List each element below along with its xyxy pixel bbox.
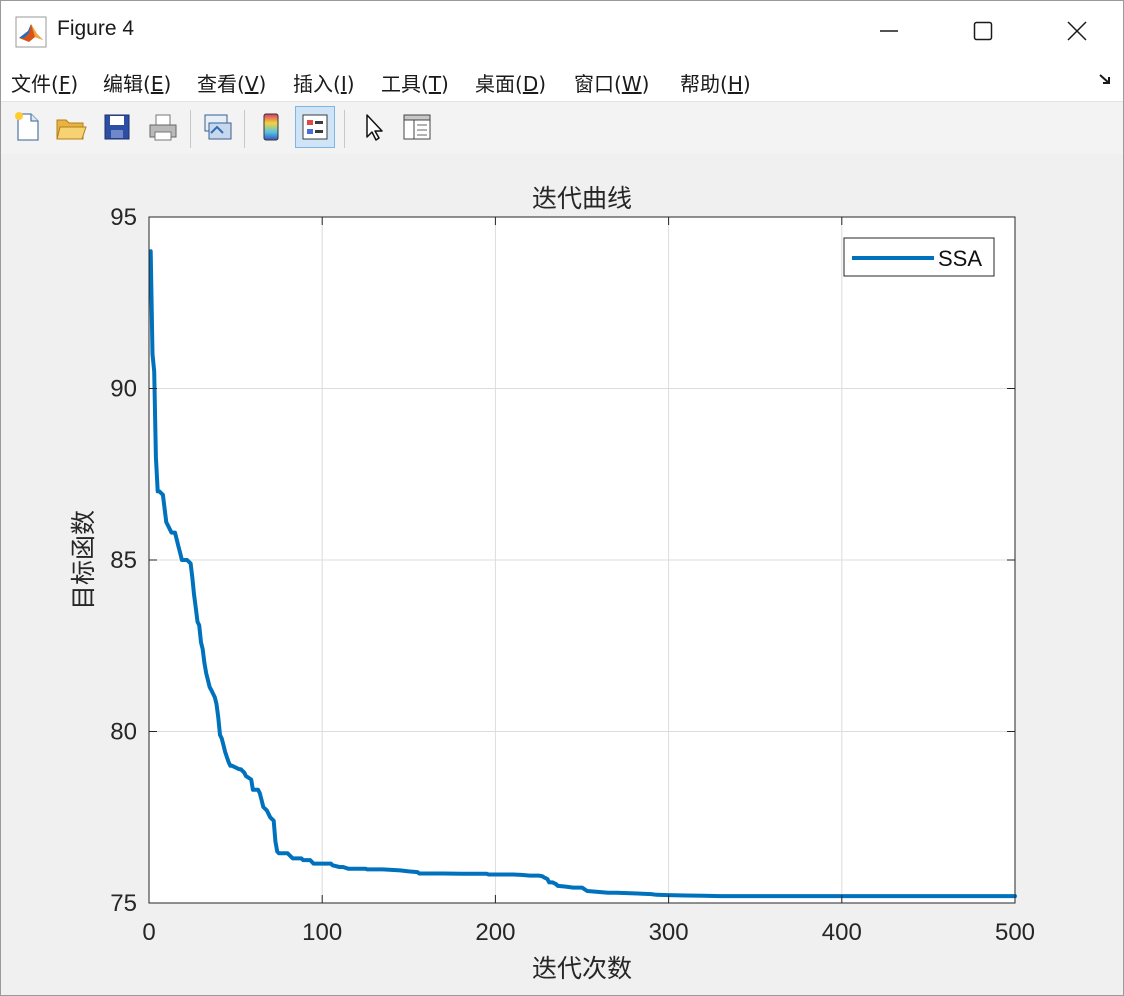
print-icon (149, 114, 177, 141)
y-axis-label: 目标函数 (69, 510, 98, 610)
y-tick-label: 80 (110, 719, 137, 746)
matlab-icon (15, 16, 47, 48)
axes[interactable]: 0 100 200 300 400 500 75 80 85 90 95 迭代曲线 迭代次数 目标… (1, 154, 1123, 995)
close-icon (1067, 21, 1087, 41)
legend-label-ssa: SSA (938, 246, 982, 271)
menu-help[interactable]: 帮助(H) (680, 68, 751, 97)
legend-button[interactable] (295, 106, 335, 148)
new-figure-icon (15, 112, 39, 141)
toolbar (1, 101, 1123, 155)
dock-arrow-icon[interactable] (1097, 71, 1113, 87)
maximize-icon (973, 21, 993, 41)
menu-file[interactable]: 文件(F) (11, 68, 78, 97)
figure-canvas: 0 100 200 300 400 500 75 80 85 90 95 迭代曲线 迭代次数 目标… (1, 154, 1123, 995)
chart-title: 迭代曲线 (532, 184, 632, 213)
link-plot-button[interactable] (197, 106, 237, 148)
maximize-button[interactable] (937, 1, 1029, 61)
save-icon (104, 114, 130, 140)
x-tick-labels: 0 100 200 300 400 500 (142, 919, 1035, 946)
minimize-button[interactable] (843, 1, 935, 61)
window-title: Figure 4 (57, 17, 135, 40)
colorbar-button[interactable] (251, 106, 291, 148)
legend-icon (302, 114, 328, 140)
save-button[interactable] (97, 106, 137, 148)
y-tick-label: 90 (110, 376, 137, 403)
close-button[interactable] (1031, 1, 1123, 61)
menu-desktop[interactable]: 桌面(D) (475, 68, 546, 97)
legend[interactable]: SSA (843, 237, 995, 277)
open-icon (56, 119, 87, 140)
minimize-icon (880, 30, 898, 32)
y-tick-label: 75 (110, 890, 137, 917)
menu-bar: 文件(F) 编辑(E) 查看(V) 插入(I) 工具(T) 桌面(D) 窗口(W… (1, 61, 1123, 101)
link-plot-icon (204, 114, 232, 140)
edit-plot-button[interactable] (353, 106, 393, 148)
edit-plot-icon (366, 114, 383, 141)
property-inspector-icon (403, 114, 431, 140)
menu-window[interactable]: 窗口(W) (574, 68, 649, 97)
colorbar-icon (263, 113, 279, 141)
menu-edit[interactable]: 编辑(E) (103, 68, 171, 97)
figure-window: Figure 4 文件(F) 编辑(E) 查看(V) 插入(I) 工具(T) 桌… (0, 0, 1124, 996)
print-button[interactable] (143, 106, 183, 148)
x-tick-label: 500 (995, 919, 1035, 946)
x-tick-label: 200 (475, 919, 515, 946)
new-figure-button[interactable] (7, 106, 47, 148)
x-tick-label: 0 (142, 919, 155, 946)
title-bar[interactable]: Figure 4 (1, 1, 1123, 61)
open-button[interactable] (51, 106, 91, 148)
y-tick-labels: 75 80 85 90 95 (110, 204, 137, 917)
x-tick-label: 300 (649, 919, 689, 946)
x-axis-label: 迭代次数 (532, 954, 632, 983)
menu-tools[interactable]: 工具(T) (381, 68, 449, 97)
y-tick-label: 95 (110, 204, 137, 231)
y-tick-label: 85 (110, 547, 137, 574)
x-tick-label: 100 (302, 919, 342, 946)
x-tick-label: 400 (822, 919, 862, 946)
menu-view[interactable]: 查看(V) (197, 68, 266, 97)
property-inspector-button[interactable] (397, 106, 437, 148)
menu-insert[interactable]: 插入(I) (293, 68, 355, 97)
